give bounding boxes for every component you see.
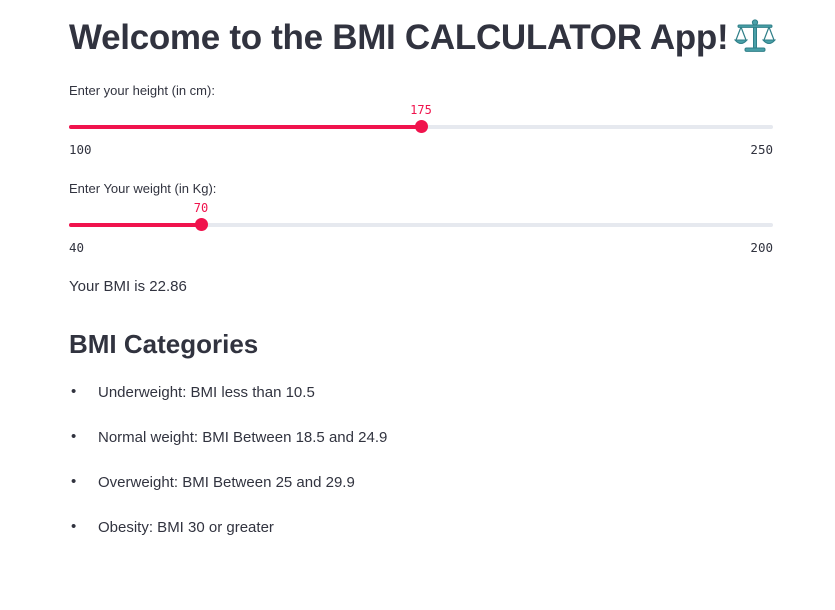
height-slider-thumb[interactable]	[414, 120, 428, 133]
weight-slider-label: Enter Your weight (in Kg):	[69, 181, 217, 196]
weight-slider: Enter Your weight (in Kg): 70 40 200	[69, 181, 773, 261]
list-item-text: Overweight: BMI Between 25 and 29.9	[98, 474, 355, 491]
weight-slider-track[interactable]	[69, 218, 773, 231]
weight-slider-max: 200	[750, 240, 773, 255]
height-slider-max: 250	[750, 142, 773, 157]
height-slider: Enter your height (in cm): 175 100 250	[69, 83, 773, 163]
weight-slider-min: 40	[69, 240, 85, 255]
height-slider-fill	[69, 125, 421, 129]
balance-scale-icon	[734, 19, 777, 62]
height-slider-min: 100	[69, 142, 92, 157]
page-title-text: Welcome to the BMI CALCULATOR App!	[69, 18, 729, 57]
bullet-icon: •	[71, 428, 77, 445]
weight-slider-fill	[69, 223, 201, 227]
bmi-result-text: Your BMI is 22.86	[69, 278, 187, 295]
list-item-text: Normal weight: BMI Between 18.5 and 24.9	[98, 429, 388, 446]
bmi-categories-heading: BMI Categories	[69, 329, 259, 359]
bullet-icon: •	[71, 383, 77, 400]
page-title: Welcome to the BMI CALCULATOR App!	[69, 18, 777, 62]
bullet-icon: •	[71, 473, 77, 490]
list-item-text: Underweight: BMI less than 10.5	[98, 384, 315, 401]
height-slider-label: Enter your height (in cm):	[69, 83, 215, 98]
list-item-text: Obesity: BMI 30 or greater	[98, 519, 274, 536]
weight-slider-thumb[interactable]	[194, 218, 208, 231]
height-slider-value: 175	[410, 103, 432, 117]
weight-slider-value: 70	[193, 201, 209, 215]
bullet-icon: •	[71, 518, 77, 535]
height-slider-track[interactable]	[69, 120, 773, 133]
